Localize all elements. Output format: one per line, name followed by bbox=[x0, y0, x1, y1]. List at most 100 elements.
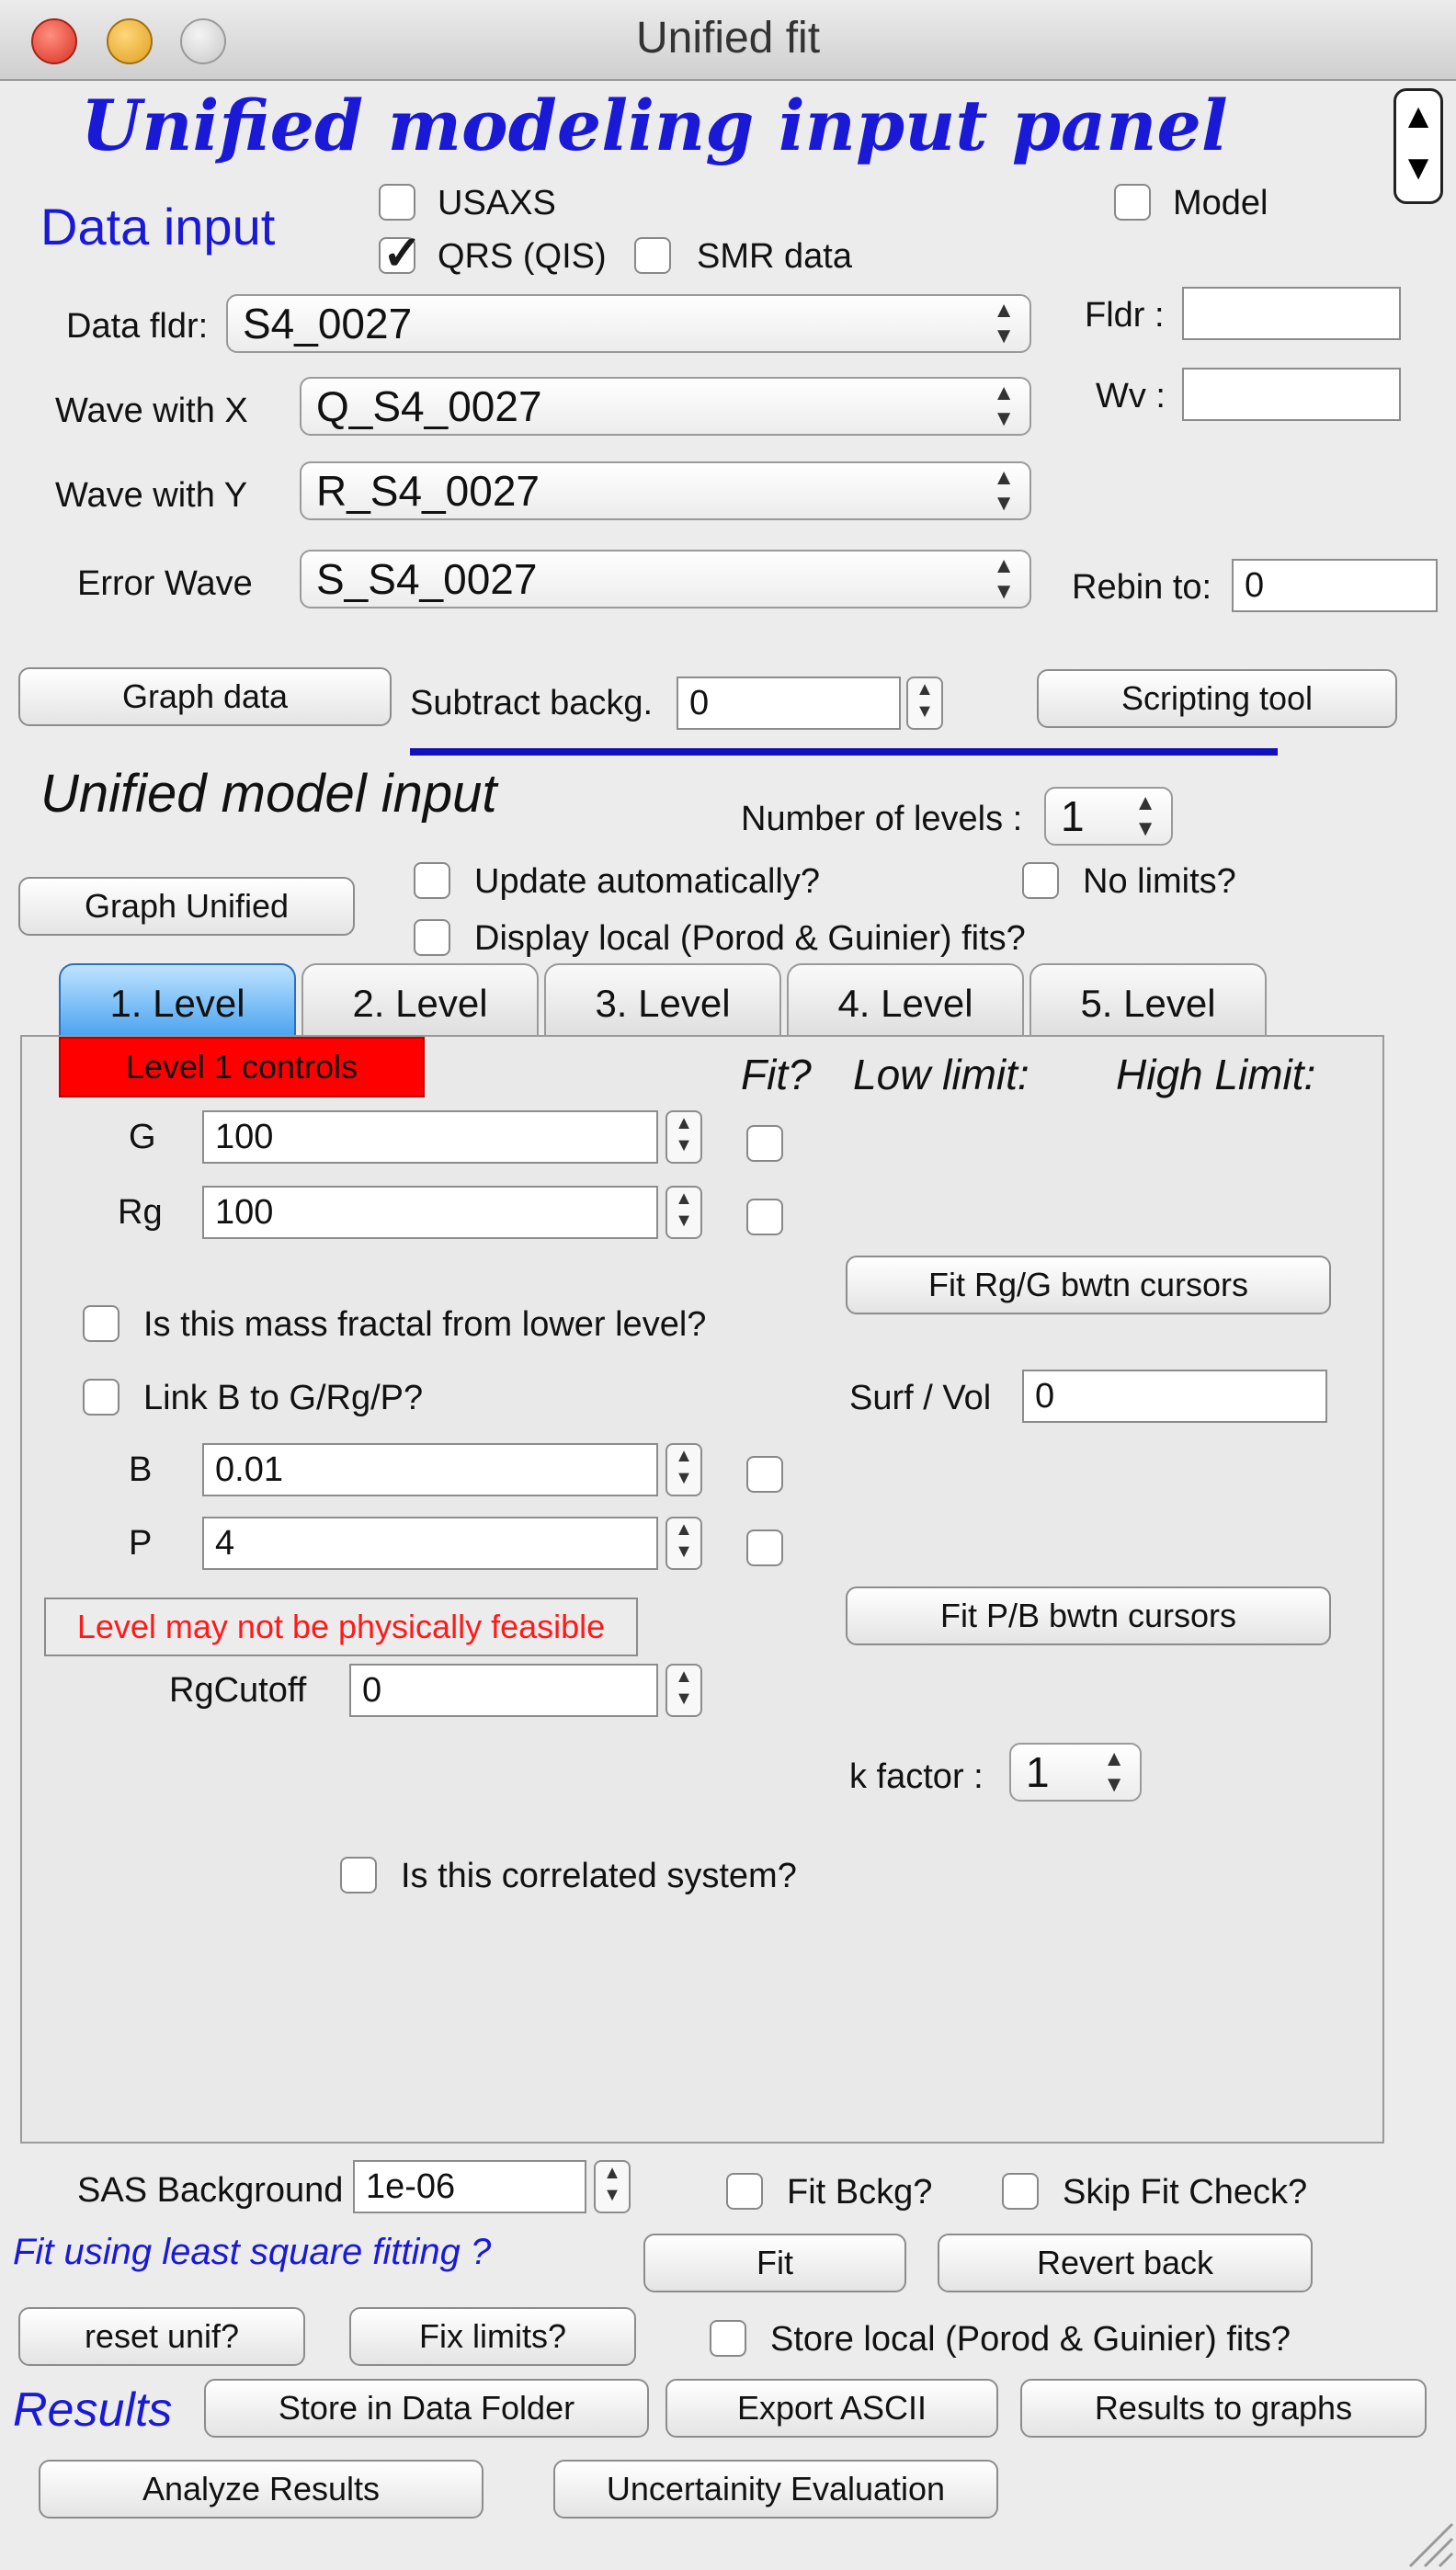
fit-b-checkbox[interactable] bbox=[746, 1456, 783, 1493]
rebin-field[interactable]: 0 bbox=[1232, 559, 1438, 612]
qrs-checkbox[interactable] bbox=[379, 226, 423, 281]
update-automatically-label: Update automatically? bbox=[474, 862, 820, 901]
no-limits-label: No limits? bbox=[1083, 862, 1236, 901]
level-controls-label: Level 1 controls bbox=[59, 1037, 425, 1097]
mass-fractal-checkbox[interactable] bbox=[83, 1305, 119, 1342]
b-label: B bbox=[129, 1450, 153, 1489]
rg-field[interactable]: 100 bbox=[202, 1186, 658, 1239]
scroll-arrows[interactable]: ▲ ▼ bbox=[1393, 88, 1443, 204]
model-input-heading: Unified model input bbox=[40, 764, 497, 824]
wave-y-value: R_S4_0027 bbox=[316, 467, 540, 515]
uncertainty-evaluation-button[interactable]: Uncertainity Evaluation bbox=[553, 2460, 998, 2519]
sas-background-stepper[interactable]: ▲ ▼ bbox=[594, 2160, 631, 2213]
window-title: Unified fit bbox=[635, 14, 821, 63]
fit-button[interactable]: Fit bbox=[643, 2234, 906, 2292]
levels-label: Number of levels : bbox=[741, 800, 1023, 838]
fit-g-checkbox[interactable] bbox=[746, 1125, 783, 1162]
analyze-results-button[interactable]: Analyze Results bbox=[39, 2460, 483, 2519]
arrow-up-icon[interactable]: ▲ bbox=[1396, 91, 1440, 142]
model-label: Model bbox=[1173, 184, 1268, 222]
levels-select[interactable]: 1 ▲ ▼ bbox=[1044, 787, 1173, 846]
correlated-system-checkbox[interactable] bbox=[340, 1857, 377, 1893]
display-local-fits-label: Display local (Porod & Guinier) fits? bbox=[474, 919, 1026, 958]
error-wave-value: S_S4_0027 bbox=[316, 555, 538, 603]
mass-fractal-label: Is this mass fractal from lower level? bbox=[143, 1305, 707, 1344]
error-wave-label: Error Wave bbox=[77, 564, 253, 603]
wv-field[interactable] bbox=[1182, 368, 1401, 421]
skip-fit-check-checkbox[interactable] bbox=[1002, 2173, 1039, 2210]
resize-grip-icon[interactable] bbox=[1401, 2515, 1456, 2570]
tab-level-5[interactable]: 5. Level bbox=[1029, 963, 1267, 1037]
tab-level-3[interactable]: 3. Level bbox=[544, 963, 781, 1037]
title-bar[interactable]: Unified fit bbox=[0, 0, 1456, 81]
tab-level-1[interactable]: 1. Level bbox=[59, 963, 296, 1037]
smr-data-label: SMR data bbox=[697, 237, 852, 276]
wv-label: Wv : bbox=[1096, 377, 1166, 415]
arrow-down-icon[interactable]: ▼ bbox=[1396, 142, 1440, 194]
results-to-graphs-button[interactable]: Results to graphs bbox=[1020, 2379, 1427, 2438]
rg-stepper[interactable]: ▲ ▼ bbox=[665, 1186, 702, 1239]
model-checkbox[interactable] bbox=[1114, 184, 1151, 221]
panel-title: Unified modeling input panel bbox=[81, 85, 1228, 166]
fit-p-b-button[interactable]: Fit P/B bwtn cursors bbox=[846, 1586, 1331, 1645]
select-arrows-icon: ▲ ▼ bbox=[993, 381, 1015, 431]
skip-fit-check-label: Skip Fit Check? bbox=[1063, 2173, 1308, 2212]
sas-background-field[interactable]: 1e-06 bbox=[353, 2160, 586, 2213]
kfactor-select[interactable]: 1 ▲ ▼ bbox=[1009, 1743, 1142, 1802]
fix-limits-button[interactable]: Fix limits? bbox=[349, 2307, 636, 2366]
surf-vol-label: Surf / Vol bbox=[849, 1379, 992, 1417]
update-automatically-checkbox[interactable] bbox=[414, 862, 450, 899]
fldr-field[interactable] bbox=[1182, 287, 1401, 340]
wave-y-select[interactable]: R_S4_0027 ▲ ▼ bbox=[300, 461, 1031, 520]
sas-background-label: SAS Background bbox=[77, 2171, 344, 2210]
link-b-label: Link B to G/Rg/P? bbox=[143, 1379, 424, 1417]
data-folder-label: Data fldr: bbox=[66, 307, 209, 346]
tab-level-2[interactable]: 2. Level bbox=[301, 963, 539, 1037]
correlated-system-label: Is this correlated system? bbox=[401, 1857, 797, 1895]
graph-data-button[interactable]: Graph data bbox=[18, 667, 392, 726]
wave-x-select[interactable]: Q_S4_0027 ▲ ▼ bbox=[300, 377, 1031, 436]
b-stepper[interactable]: ▲ ▼ bbox=[665, 1443, 702, 1496]
usaxs-checkbox[interactable] bbox=[379, 184, 415, 221]
link-b-checkbox[interactable] bbox=[83, 1379, 119, 1416]
subtract-backg-field[interactable]: 0 bbox=[677, 677, 901, 730]
tab-level-4[interactable]: 4. Level bbox=[787, 963, 1024, 1037]
data-folder-select[interactable]: S4_0027 ▲ ▼ bbox=[226, 294, 1031, 353]
g-field[interactable]: 100 bbox=[202, 1110, 658, 1164]
fit-bckg-checkbox[interactable] bbox=[726, 2173, 763, 2210]
select-arrows-icon: ▲ ▼ bbox=[993, 298, 1015, 348]
least-square-label: Fit using least square fitting ? bbox=[13, 2232, 492, 2272]
graph-unified-button[interactable]: Graph Unified bbox=[18, 877, 355, 936]
high-limit-header: High Limit: bbox=[1116, 1051, 1316, 1098]
rgcutoff-label: RgCutoff bbox=[169, 1671, 307, 1710]
p-stepper[interactable]: ▲ ▼ bbox=[665, 1517, 702, 1570]
wave-x-label: Wave with X bbox=[55, 392, 248, 430]
rgcutoff-field[interactable]: 0 bbox=[349, 1664, 658, 1717]
rgcutoff-stepper[interactable]: ▲ ▼ bbox=[665, 1664, 702, 1717]
scripting-tool-button[interactable]: Scripting tool bbox=[1037, 669, 1397, 728]
p-field[interactable]: 4 bbox=[202, 1517, 658, 1570]
no-limits-checkbox[interactable] bbox=[1022, 862, 1059, 899]
display-local-fits-checkbox[interactable] bbox=[414, 919, 450, 956]
error-wave-select[interactable]: S_S4_0027 ▲ ▼ bbox=[300, 550, 1031, 608]
smr-data-checkbox[interactable] bbox=[634, 237, 671, 274]
store-in-data-folder-button[interactable]: Store in Data Folder bbox=[204, 2379, 649, 2438]
select-arrows-icon: ▲ ▼ bbox=[993, 553, 1015, 604]
fit-rg-checkbox[interactable] bbox=[746, 1199, 783, 1235]
g-stepper[interactable]: ▲ ▼ bbox=[665, 1110, 702, 1164]
fit-p-checkbox[interactable] bbox=[746, 1529, 783, 1566]
revert-back-button[interactable]: Revert back bbox=[938, 2234, 1313, 2292]
reset-unif-button[interactable]: reset unif? bbox=[18, 2307, 305, 2366]
surf-vol-field[interactable]: 0 bbox=[1022, 1370, 1327, 1423]
kfactor-label: k factor : bbox=[849, 1757, 984, 1796]
feasibility-warning: Level may not be physically feasible bbox=[44, 1598, 638, 1656]
store-local-fits-checkbox[interactable] bbox=[710, 2320, 746, 2357]
fldr-label: Fldr : bbox=[1085, 296, 1165, 335]
b-field[interactable]: 0.01 bbox=[202, 1443, 658, 1496]
select-arrows-icon: ▲ ▼ bbox=[993, 465, 1015, 516]
fit-rg-g-button[interactable]: Fit Rg/G bwtn cursors bbox=[846, 1256, 1331, 1314]
export-ascii-button[interactable]: Export ASCII bbox=[665, 2379, 998, 2438]
subtract-backg-stepper[interactable]: ▲ ▼ bbox=[906, 677, 943, 730]
qrs-label: QRS (QIS) bbox=[438, 237, 607, 276]
low-limit-header: Low limit: bbox=[853, 1051, 1029, 1098]
